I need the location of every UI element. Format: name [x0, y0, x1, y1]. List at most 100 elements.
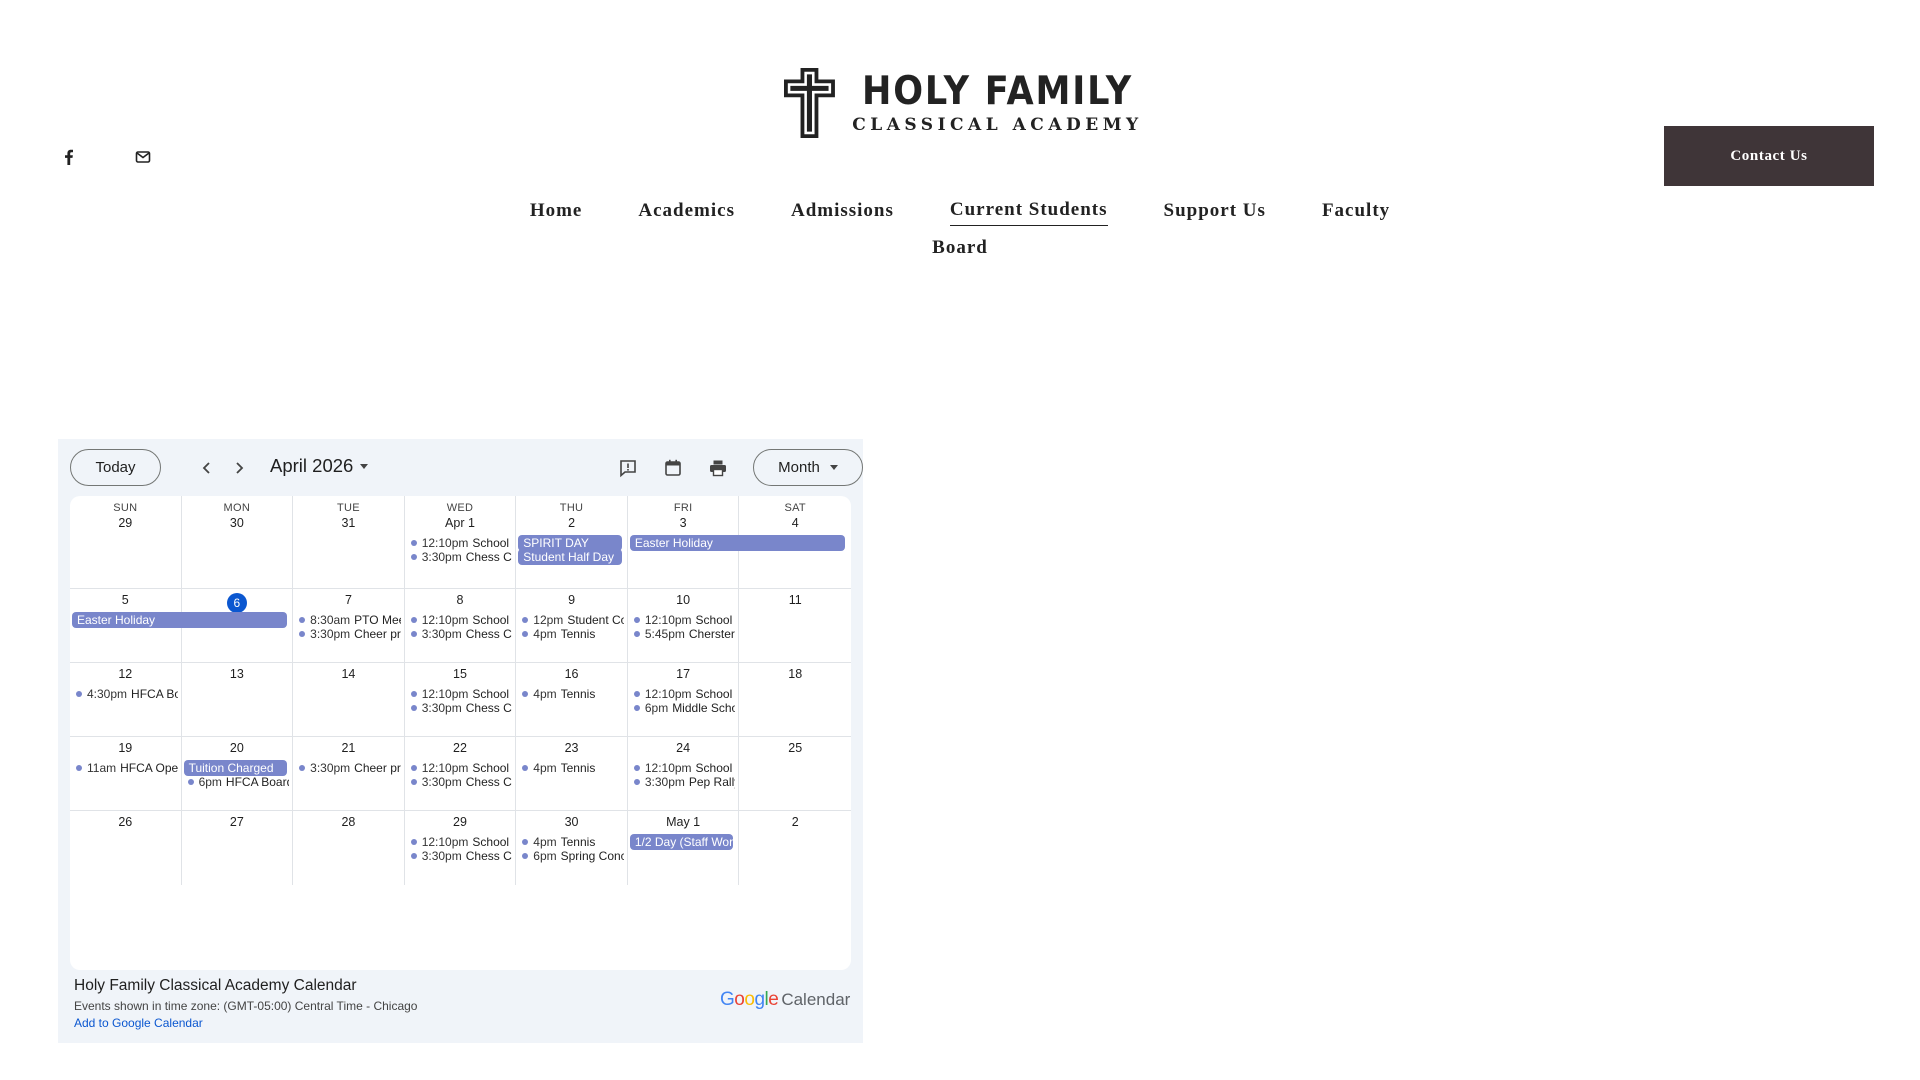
day-number[interactable]: 31	[293, 516, 404, 530]
calendar-event[interactable]: 3:30pmChess Club	[410, 700, 512, 716]
day-number[interactable]: 19	[70, 741, 181, 755]
day-number[interactable]: 2	[739, 815, 851, 829]
calendar-event[interactable]: 3:30pm Pep Rally	[633, 774, 735, 790]
nav-item-current-students[interactable]: Current Students	[949, 199, 1108, 226]
day-number[interactable]: 8	[405, 593, 516, 607]
day-number[interactable]: 5	[70, 593, 181, 607]
day-cell[interactable]: 14	[293, 663, 405, 737]
day-number[interactable]: 22	[405, 741, 516, 755]
event-time: 12:10pm	[421, 761, 469, 775]
day-number[interactable]: 29	[405, 815, 516, 829]
facebook-link[interactable]	[58, 146, 80, 168]
calendar-event[interactable]: 3:30pmCheer practice	[299, 626, 401, 642]
day-number[interactable]: 14	[293, 667, 404, 681]
day-number[interactable]: 15	[405, 667, 516, 681]
day-number[interactable]: 30	[182, 516, 293, 530]
calendar-event[interactable]: 3:30pmChess Club	[410, 549, 512, 565]
feedback-icon	[620, 460, 636, 478]
nav-item-home[interactable]: Home	[530, 200, 583, 226]
day-number[interactable]: 25	[739, 741, 851, 755]
day-number[interactable]: 12	[70, 667, 181, 681]
view-selector[interactable]: Month	[753, 449, 863, 486]
nav-item-board[interactable]: Board	[932, 237, 988, 263]
day-cell[interactable]: 11	[739, 589, 851, 663]
calendar-toolbar: Today April 2026 Month	[70, 449, 863, 487]
calendar-event[interactable]: 3:30pmCheer practice	[299, 760, 401, 776]
day-number[interactable]: 10	[628, 593, 739, 607]
calendar-event[interactable]: 6pm HFCA Board	[187, 774, 290, 790]
day-number[interactable]: 30	[516, 815, 627, 829]
day-number[interactable]: 7	[293, 593, 404, 607]
calendar-event[interactable]: 5:45pmChersterton	[633, 626, 735, 642]
all-day-event[interactable]: Student Half Day	[518, 549, 622, 565]
event-dot-icon	[410, 691, 417, 697]
all-day-event[interactable]: 1/2 Day (Staff Work Day)	[629, 834, 734, 850]
day-number[interactable]: 20	[182, 741, 293, 755]
calendar-event[interactable]: 11amHFCA Open	[76, 760, 178, 776]
day-number[interactable]: 9	[516, 593, 627, 607]
calendar-event[interactable]: 4pm Tennis	[522, 686, 624, 702]
day-number[interactable]: 11	[739, 593, 851, 607]
day-number[interactable]: 13	[182, 667, 293, 681]
day-number[interactable]: 4	[739, 516, 851, 530]
day-number[interactable]: 28	[293, 815, 404, 829]
day-cell[interactable]: 26	[70, 811, 182, 885]
event-title: HFCA Board	[225, 775, 290, 789]
calendar-event[interactable]: 4pm Tennis	[522, 626, 624, 642]
event-time: 6pm	[644, 701, 669, 715]
feedback-button[interactable]	[616, 456, 640, 480]
day-number[interactable]: 2	[516, 516, 627, 530]
all-day-event[interactable]: Easter Holiday	[629, 535, 845, 551]
all-day-event[interactable]: Tuition Charged	[183, 760, 288, 776]
day-number[interactable]: 29	[70, 516, 181, 530]
day-number[interactable]: 24	[628, 741, 739, 755]
event-title: School Mass	[695, 761, 736, 775]
day-number[interactable]: 27	[182, 815, 293, 829]
site-logo[interactable]: HOLY FAMILY CLASSICAL ACADEMY	[784, 46, 1148, 160]
day-number[interactable]: 16	[516, 667, 627, 681]
day-cell[interactable]: 18	[739, 663, 851, 737]
day-number[interactable]: 23	[516, 741, 627, 755]
day-number[interactable]: 3	[628, 516, 739, 530]
day-number[interactable]: Apr 1	[405, 516, 516, 530]
calendar-event[interactable]: 3:30pmChess Club	[410, 774, 512, 790]
open-calendar-button[interactable]	[661, 456, 685, 480]
calendar-event[interactable]: 4pm Tennis	[522, 760, 624, 776]
calendar-event[interactable]: 3:30pmChess Club	[410, 848, 512, 864]
nav-item-support-us[interactable]: Support Us	[1164, 200, 1266, 226]
day-number[interactable]: 18	[739, 667, 851, 681]
calendar-event[interactable]: 4:30pmHFCA Board	[76, 686, 178, 702]
today-button[interactable]: Today	[70, 449, 161, 486]
all-day-event[interactable]: Easter Holiday	[72, 612, 288, 628]
nav-item-academics[interactable]: Academics	[638, 200, 735, 226]
today-date[interactable]: 6	[182, 593, 293, 613]
month-picker[interactable]: April 2026	[270, 455, 369, 477]
print-button[interactable]	[706, 456, 730, 480]
prev-month-button[interactable]	[195, 456, 219, 480]
day-cell[interactable]: 13	[182, 663, 294, 737]
day-cell[interactable]: 28	[293, 811, 405, 885]
next-month-button[interactable]	[227, 456, 251, 480]
calendar-event[interactable]: 6pmSpring Concert	[522, 848, 624, 864]
day-cell[interactable]: SUN 29	[70, 496, 182, 588]
google-wordmark: Google	[720, 989, 779, 1010]
day-number[interactable]: May 1	[628, 815, 739, 829]
day-cell[interactable]: 27	[182, 811, 294, 885]
calendar-event[interactable]: 6pmMiddle School	[633, 700, 735, 716]
nav-item-faculty[interactable]: Faculty	[1322, 200, 1390, 226]
day-number[interactable]: 17	[628, 667, 739, 681]
contact-us-button[interactable]: Contact Us	[1664, 126, 1874, 186]
day-cell[interactable]: MON 30	[182, 496, 294, 588]
weekday-header: THU	[559, 502, 584, 514]
day-number[interactable]: 26	[70, 815, 181, 829]
email-link[interactable]	[132, 146, 154, 168]
event-time: 3:30pm	[421, 550, 462, 564]
google-calendar-brand[interactable]: Google Calendar	[720, 989, 850, 1011]
day-number[interactable]: 21	[293, 741, 404, 755]
day-cell[interactable]: 25	[739, 737, 851, 811]
nav-item-admissions[interactable]: Admissions	[791, 200, 894, 226]
add-to-google-calendar-link[interactable]: Add to Google Calendar	[74, 1016, 859, 1030]
day-cell[interactable]: TUE 31	[293, 496, 405, 588]
calendar-event[interactable]: 3:30pmChess Club	[410, 626, 512, 642]
day-cell[interactable]: 2	[739, 811, 851, 885]
